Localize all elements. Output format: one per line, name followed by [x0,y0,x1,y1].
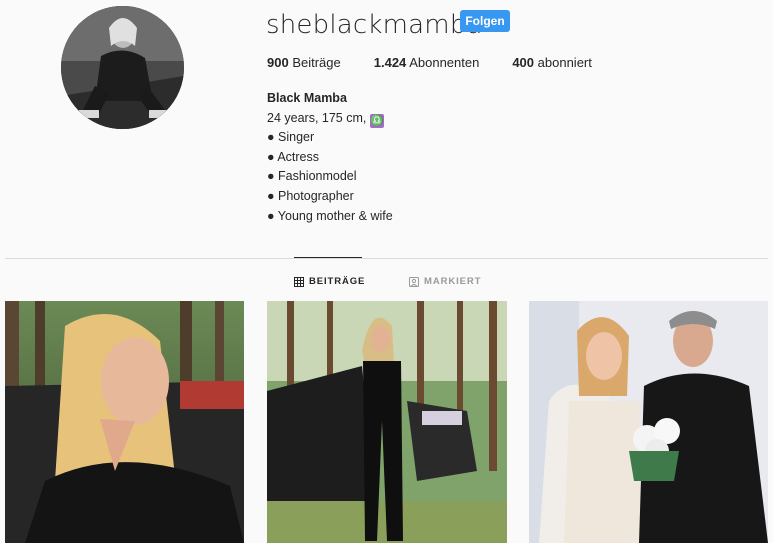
bio-item: ● Actress [267,149,320,164]
stat-following-count: 400 [512,55,535,70]
stat-following[interactable]: 400 abonniert [512,55,592,70]
libra-icon: ♎ [369,113,384,128]
stat-posts-label: Beiträge [292,55,341,70]
tab-tagged-label: MARKIERT [424,276,482,287]
tab-tagged[interactable]: MARKIERT [409,276,481,287]
post-thumbnail[interactable] [529,301,768,543]
stat-posts[interactable]: 900 Beiträge [267,55,341,70]
profile-username: sheblackmamba [266,10,483,40]
section-divider [5,258,768,259]
grid-icon [294,276,304,287]
stat-followers[interactable]: 1.424 Abonnenten [374,55,480,70]
follow-button[interactable]: Folgen [460,10,510,32]
bio-item: ● Photographer [267,188,354,203]
bio-item: ● Young mother & wife [267,208,393,223]
post-thumbnail[interactable] [5,301,244,543]
tag-icon [409,276,419,287]
post-thumbnail[interactable] [267,301,507,543]
bio-details-line: 24 years, 175 cm, ♎ [267,109,393,129]
bio-details: 24 years, 175 cm, [267,110,367,125]
bio-name: Black Mamba [267,91,347,105]
stat-posts-count: 900 [267,55,289,70]
profile-bio: Black Mamba 24 years, 175 cm, ♎ ● Singer… [267,89,393,226]
active-tab-indicator [294,257,362,258]
profile-avatar[interactable] [61,6,184,129]
profile-tabs: BEITRÄGE MARKIERT [0,276,773,290]
stat-followers-count: 1.424 [373,55,407,70]
stat-following-label: abonniert [537,55,592,70]
bio-item: ● Fashionmodel [267,169,357,184]
profile-stats: 900 Beiträge 1.424 Abonnenten 400 abonni… [267,55,625,70]
bio-item: ● Singer [267,130,315,145]
tab-posts[interactable]: BEITRÄGE [294,276,365,287]
stat-followers-label: Abonnenten [409,55,480,70]
tab-posts-label: BEITRÄGE [309,276,366,287]
